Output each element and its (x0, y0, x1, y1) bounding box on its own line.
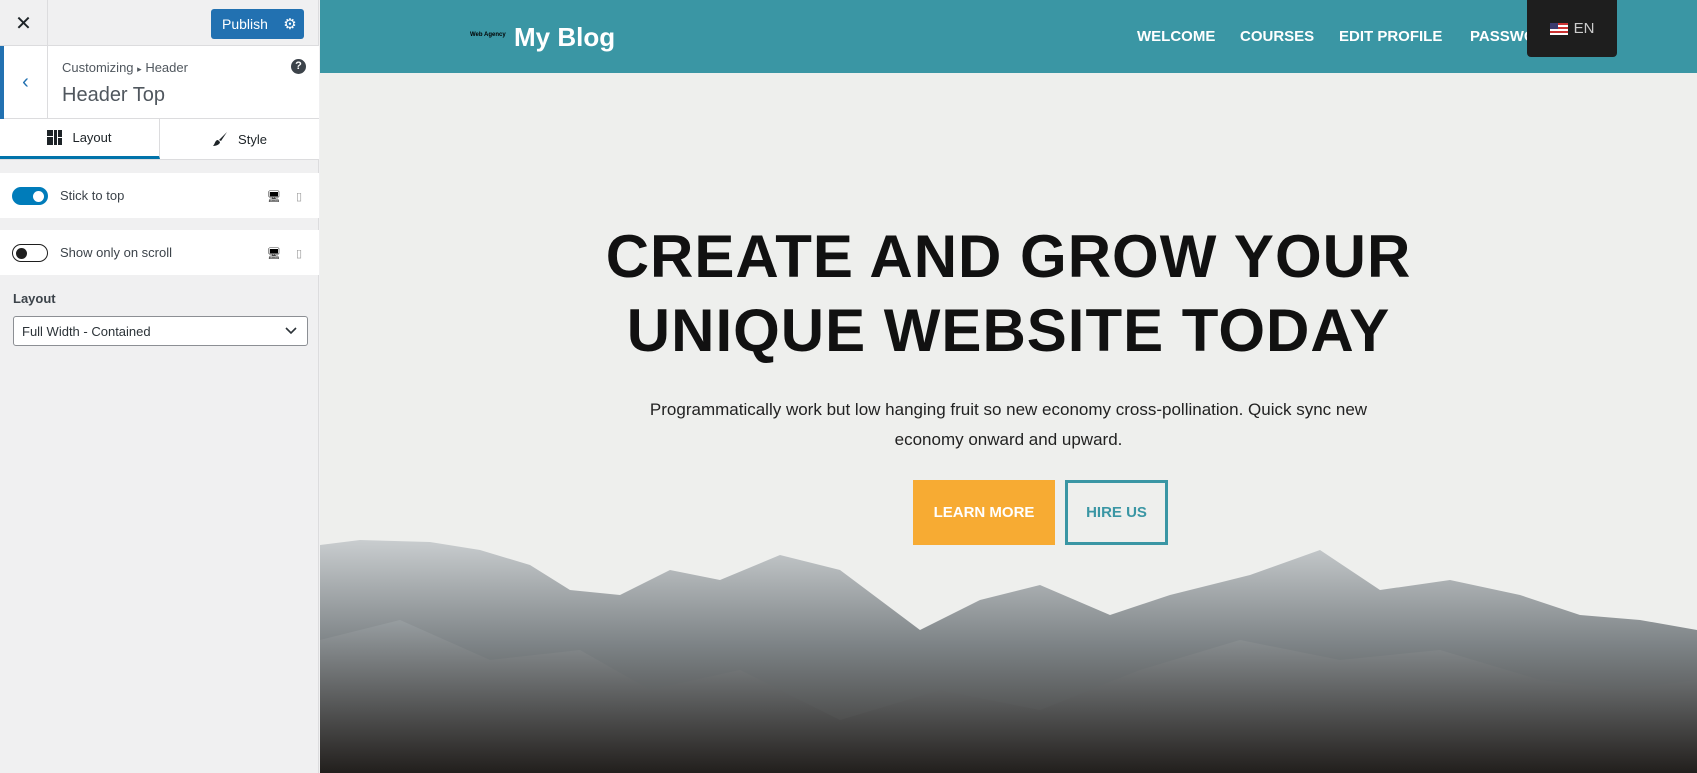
section-header: ‹ Customizing ▸ Header Header Top ? (0, 46, 319, 119)
us-flag-icon (1549, 22, 1568, 35)
publish-label[interactable]: Publish (211, 16, 276, 32)
tab-label: Layout (72, 130, 112, 145)
layout-value: Full Width - Contained (22, 323, 151, 339)
toggle-label: Show only on scroll (60, 245, 172, 260)
nav-edit-profile[interactable]: EDIT PROFILE (1339, 28, 1442, 45)
hero-text-line-1: Programmatically work but low hanging fr… (649, 400, 1368, 419)
close-icon[interactable]: ✕ (0, 0, 48, 46)
back-button[interactable]: ‹ (0, 46, 48, 119)
breadcrumb-separator: ▸ (137, 64, 142, 74)
mountain-image (320, 540, 1697, 773)
site-header: Web Agency My Blog WELCOME COURSES EDIT … (320, 0, 1697, 73)
layout-label: Layout (13, 291, 56, 306)
brush-icon (213, 132, 228, 146)
hero-text-line-2: economy onward and upward. (894, 430, 1123, 449)
toggle-label: Stick to top (60, 188, 125, 203)
desktop-icon[interactable]: 🖥 (267, 190, 281, 203)
tab-layout[interactable]: Layout (0, 119, 160, 159)
chevron-left-icon[interactable]: ‹ (22, 71, 29, 94)
mobile-icon[interactable]: ▯ (293, 247, 305, 260)
layout-icon (47, 130, 63, 145)
tab-label: Style (238, 131, 267, 147)
layout-select[interactable]: Full Width - Contained (13, 316, 308, 346)
learn-more-button[interactable]: LEARN MORE (913, 480, 1055, 545)
hire-us-button[interactable]: HIRE US (1065, 480, 1168, 545)
logo[interactable]: Web Agency (470, 32, 506, 38)
gear-icon[interactable]: ⚙ (276, 15, 304, 33)
language-switcher[interactable]: EN (1527, 0, 1617, 57)
help-icon[interactable]: ? (291, 59, 306, 74)
chevron-down-icon (285, 327, 297, 335)
tab-style[interactable]: Style (160, 119, 319, 159)
nav-courses[interactable]: COURSES (1240, 28, 1314, 45)
mobile-icon[interactable]: ▯ (293, 190, 305, 203)
stick-to-top-row: Stick to top 🖥 ▯ (0, 173, 319, 218)
language-label: EN (1573, 20, 1595, 37)
hero-title-line-1: CREATE AND GROW YOUR (605, 223, 1412, 290)
stick-to-top-toggle[interactable] (12, 186, 48, 205)
customizer-sidebar: ✕ Publish ⚙ ‹ Customizing ▸ Header Heade… (0, 0, 319, 773)
publish-button[interactable]: Publish ⚙ (211, 9, 304, 39)
hero-title-line-2: UNIQUE WEBSITE TODAY (626, 297, 1391, 364)
breadcrumb-root: Customizing (62, 60, 134, 75)
nav-welcome[interactable]: WELCOME (1137, 28, 1215, 45)
show-on-scroll-toggle[interactable] (12, 243, 48, 262)
tabs: Layout Style (0, 119, 319, 160)
site-title[interactable]: My Blog (514, 22, 615, 53)
section-title: Header Top (62, 84, 166, 106)
show-on-scroll-row: Show only on scroll 🖥 ▯ (0, 230, 319, 275)
site-preview: Web Agency My Blog WELCOME COURSES EDIT … (320, 0, 1697, 773)
customizer-topbar: ✕ Publish ⚙ (0, 0, 319, 46)
breadcrumb: Customizing ▸ Header (62, 60, 188, 75)
desktop-icon[interactable]: 🖥 (267, 247, 281, 260)
breadcrumb-parent: Header (145, 60, 188, 75)
